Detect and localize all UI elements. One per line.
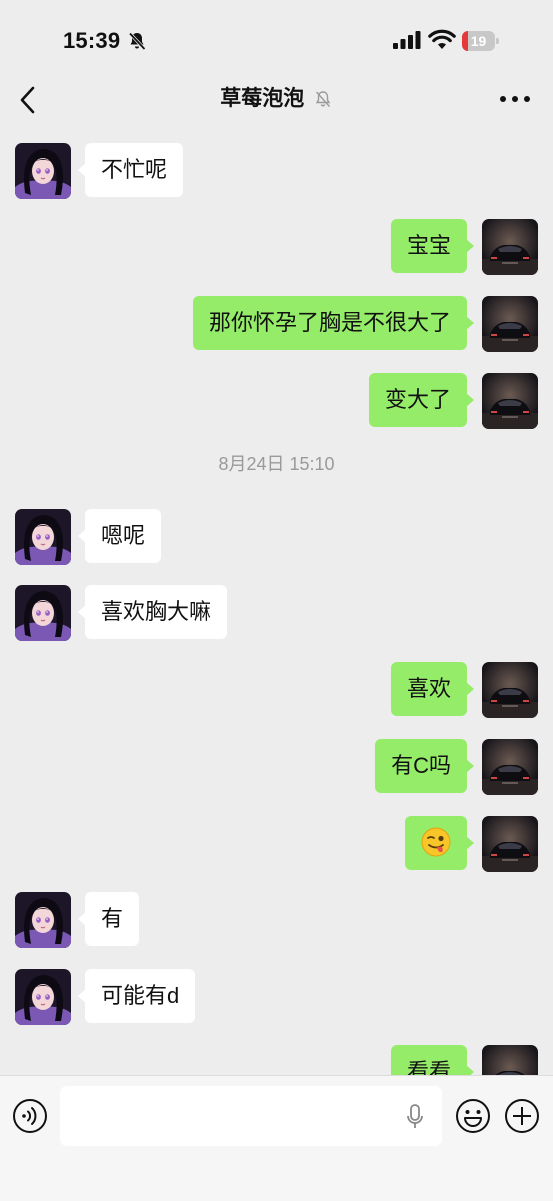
input-bar (0, 1075, 553, 1201)
my-avatar[interactable] (482, 739, 538, 795)
nav-bar: 草莓泡泡 (0, 75, 553, 125)
my-avatar[interactable] (482, 816, 538, 872)
received-message-bubble[interactable]: 有 (77, 892, 140, 946)
received-message-row: 有 (0, 892, 553, 950)
received-message-bubble[interactable]: 不忙呢 (77, 143, 184, 197)
voice-input-icon[interactable] (12, 1098, 48, 1134)
received-message-row: 可能有d (0, 969, 553, 1027)
sent-message-bubble[interactable]: 那你怀孕了胸是不很大了 (192, 296, 475, 350)
message-text: 喜欢胸大嘛 (101, 599, 212, 624)
message-input[interactable] (60, 1086, 442, 1146)
received-message-bubble[interactable]: 嗯呢 (77, 509, 162, 563)
my-avatar[interactable] (482, 373, 538, 429)
message-text: 不忙呢 (101, 157, 168, 182)
my-avatar[interactable] (482, 219, 538, 275)
message-text: 有C吗 (391, 753, 451, 778)
received-message-bubble[interactable]: 可能有d (77, 969, 196, 1023)
microphone-icon[interactable] (405, 1103, 425, 1131)
message-text: 看看 (406, 1059, 451, 1075)
sent-message-row: 宝宝 (0, 219, 553, 277)
sent-message-row: 喜欢 (0, 662, 553, 720)
sent-message-bubble[interactable]: 有C吗 (375, 739, 474, 793)
message-text: 可能有d (101, 983, 180, 1008)
contact-avatar[interactable] (15, 892, 71, 948)
received-message-row: 喜欢胸大嘛 (0, 585, 553, 643)
message-text: 嗯呢 (101, 523, 146, 548)
more-functions-plus-icon[interactable] (504, 1098, 540, 1134)
winking-tongue-emoji-icon (421, 827, 451, 857)
sent-message-row (0, 816, 553, 874)
contact-avatar[interactable] (15, 143, 71, 199)
status-bar: 15:39 19 (0, 0, 553, 80)
received-message-bubble[interactable]: 喜欢胸大嘛 (77, 585, 228, 639)
sent-message-row: 看看 (0, 1045, 553, 1075)
sent-message-bubble[interactable]: 看看 (390, 1045, 475, 1075)
my-avatar[interactable] (482, 296, 538, 352)
wifi-icon (428, 29, 456, 49)
received-message-row: 不忙呢 (0, 143, 553, 201)
message-list[interactable]: 不忙呢 宝宝 那你怀孕了胸是不很大了 变大了 8月24日 15:10 嗯呢 喜欢… (0, 125, 553, 1075)
muted-bell-icon (315, 91, 330, 107)
message-text: 变大了 (384, 387, 451, 412)
battery-indicator: 19 (462, 31, 500, 51)
my-avatar[interactable] (482, 662, 538, 718)
sent-message-row: 那你怀孕了胸是不很大了 (0, 296, 553, 354)
my-avatar[interactable] (482, 1045, 538, 1075)
sent-message-bubble[interactable]: 宝宝 (390, 219, 475, 273)
chat-header: 草莓泡泡 (0, 75, 553, 123)
message-timestamp: 8月24日 15:10 (218, 454, 335, 474)
message-text: 宝宝 (406, 233, 451, 258)
sent-message-bubble[interactable]: 变大了 (368, 373, 475, 427)
battery-percent: 19 (470, 33, 487, 49)
message-text: 有 (101, 906, 124, 931)
more-options-icon[interactable] (498, 89, 532, 109)
back-chevron-icon[interactable] (14, 83, 44, 117)
status-time: 15:39 (63, 28, 121, 53)
contact-avatar[interactable] (15, 969, 71, 1025)
contact-avatar[interactable] (15, 585, 71, 641)
sent-message-row: 变大了 (0, 373, 553, 431)
emoji-picker-icon[interactable] (455, 1098, 491, 1134)
contact-avatar[interactable] (15, 509, 71, 565)
message-text: 那你怀孕了胸是不很大了 (208, 310, 451, 335)
received-message-row: 嗯呢 (0, 509, 553, 567)
cellular-signal-icon (393, 31, 421, 49)
sent-message-bubble[interactable] (405, 816, 474, 870)
chat-title[interactable]: 草莓泡泡 (220, 75, 304, 123)
sent-message-bubble[interactable]: 喜欢 (390, 662, 475, 716)
bell-slash-icon (128, 32, 146, 51)
sent-message-row: 有C吗 (0, 739, 553, 797)
message-text: 喜欢 (406, 676, 451, 701)
